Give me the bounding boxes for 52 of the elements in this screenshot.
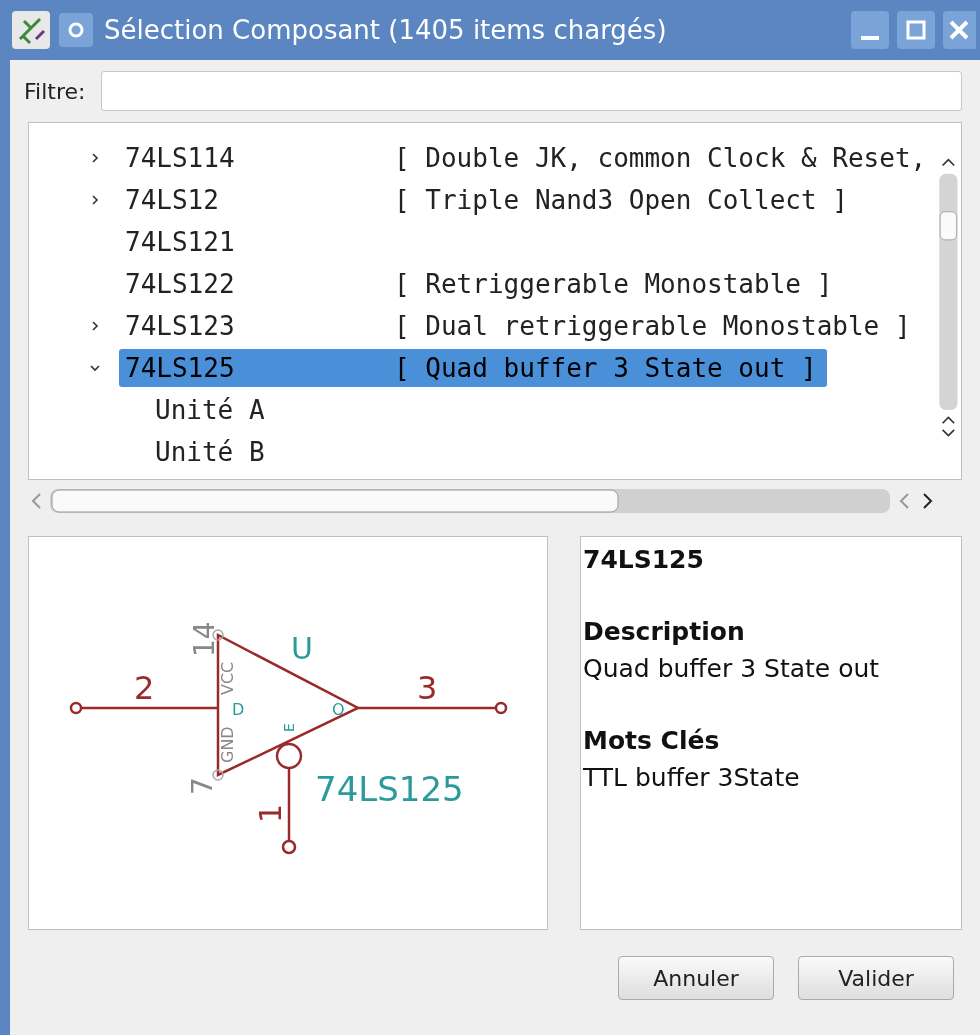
pin-name: E (281, 723, 297, 732)
part-name: 74LS114 (125, 141, 236, 175)
pin-name: VCC (218, 661, 237, 695)
filter-input[interactable] (101, 71, 962, 111)
part-description: [ Double JK, common Clock & Reset, (394, 141, 927, 175)
app-icon (10, 9, 52, 51)
pin-number: 3 (417, 669, 438, 707)
window-menu-icon[interactable] (58, 12, 94, 48)
part-description: [ Dual retriggerable Monostable ] (394, 309, 911, 343)
part-name: 74LS125 (125, 351, 236, 385)
maximize-icon[interactable] (896, 10, 936, 50)
part-name: Unité B (155, 435, 265, 469)
part-description: [ Triple Nand3 Open Collect ] (394, 183, 848, 217)
pin-number: 7 (186, 777, 219, 795)
tree-row[interactable]: 74LS125 [ Quad buffer 3 State out ] (119, 349, 827, 387)
pin-number: 14 (188, 621, 221, 657)
pin-name: O (332, 700, 345, 719)
part-name: 74LS12 (125, 183, 220, 217)
reference-label: U (291, 631, 313, 666)
chevron-down-icon[interactable] (89, 362, 101, 374)
chevron-right-icon[interactable] (89, 152, 101, 164)
tree-row[interactable]: 74LS12 [ Triple Nand3 Open Collect ] (119, 181, 858, 219)
part-name: 74LS121 (125, 225, 236, 259)
chevron-right-icon[interactable] (89, 320, 101, 332)
part-value-label: 74LS125 (315, 769, 464, 809)
tree-row[interactable]: 74LS123 [ Dual retriggerable Monostable ] (119, 307, 921, 345)
tree-row[interactable]: Unité A (149, 391, 275, 429)
info-text: TTL buffer 3State (583, 762, 801, 794)
tree-row[interactable]: 74LS114 [ Double JK, common Clock & Reset, (119, 139, 937, 177)
part-name: Unité A (155, 393, 265, 427)
pin-number: 1 (253, 803, 288, 823)
info-text: Quad buffer 3 State out (583, 653, 881, 685)
part-description: [ Quad buffer 3 State out ] (394, 351, 817, 385)
dialog-button[interactable]: Annuler (618, 956, 774, 1000)
window-title: Sélection Composant (1405 items chargés) (104, 13, 667, 47)
tree-row[interactable]: Unité B (149, 433, 275, 471)
info-title: 74LS125 (583, 544, 705, 576)
part-description: [ Retriggerable Monostable ] (394, 267, 833, 301)
pin-number: 2 (134, 669, 155, 707)
part-name: 74LS123 (125, 309, 236, 343)
chevron-right-icon[interactable] (89, 194, 101, 206)
info-heading: Description (583, 615, 746, 648)
filter-label: Filtre: (24, 77, 86, 106)
tree-row[interactable]: 74LS122 [ Retriggerable Monostable ] (119, 265, 843, 303)
info-heading: Mots Clés (583, 724, 721, 757)
close-icon[interactable] (942, 10, 976, 50)
minimize-icon[interactable] (850, 10, 890, 50)
tree-row[interactable]: 74LS121 (119, 223, 404, 261)
part-name: 74LS122 (125, 267, 236, 301)
pin-name: D (232, 700, 245, 719)
dialog-button[interactable]: Valider (798, 956, 954, 1000)
pin-name: GND (218, 726, 237, 763)
